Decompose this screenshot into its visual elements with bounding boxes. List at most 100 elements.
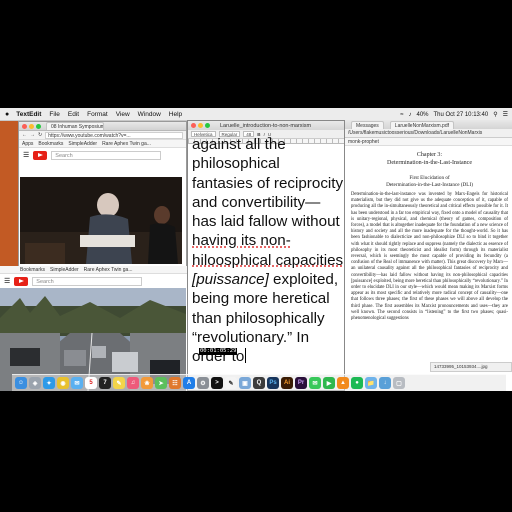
maps-icon[interactable]: ➤ <box>155 377 167 389</box>
battery-label[interactable]: 40% <box>416 112 428 118</box>
url-field[interactable]: https://www.youtube.com/watch?v=... <box>45 131 183 139</box>
textedit-icon[interactable]: ✎ <box>225 377 237 389</box>
search-icon[interactable]: ⚲ <box>493 111 497 118</box>
text-line: being more heretical <box>192 290 330 308</box>
bookmark-item[interactable]: SimpleAdder <box>68 141 97 147</box>
terminal-icon[interactable]: > <box>211 377 223 389</box>
safari-icon[interactable]: ✦ <box>43 377 55 389</box>
browser-tab[interactable]: 08 Inhuman Symposium - Fr <box>46 122 104 130</box>
text-line: fantasies of reciprocity <box>192 174 344 192</box>
bookmark-item[interactable]: Bookmarks <box>20 267 45 273</box>
photoshop-icon[interactable]: Ps <box>267 377 279 389</box>
section-title: Determination-in-the-Last-Instance (DLI) <box>386 181 473 188</box>
clock[interactable]: Thu Oct 27 10:13:40 <box>434 112 489 118</box>
menu-list-icon[interactable]: ☰ <box>503 111 508 118</box>
menu-file[interactable]: File <box>49 111 59 118</box>
minimize-button[interactable] <box>198 123 203 128</box>
calendar-icon[interactable]: 5 <box>85 377 97 389</box>
finder-icon[interactable]: ☺ <box>15 377 27 389</box>
messages-icon[interactable]: ✉ <box>309 377 321 389</box>
downloads-icon[interactable]: ↓ <box>379 377 391 389</box>
menu-edit[interactable]: Edit <box>68 111 79 118</box>
preview-icon[interactable]: ▣ <box>239 377 251 389</box>
bookmark-item[interactable]: SimpleAdder <box>50 267 79 273</box>
back-icon[interactable]: ← <box>22 132 27 138</box>
text-line: philosophical <box>192 155 280 173</box>
volume-icon[interactable]: ♪ <box>408 112 411 118</box>
menu-window[interactable]: Window <box>138 111 161 118</box>
text-line: against all the <box>192 136 286 153</box>
pdf-bookmark[interactable]: monk-prophet <box>345 138 512 146</box>
text-line: and convertibility— <box>192 193 321 211</box>
tab-messages[interactable]: Messages <box>351 120 384 129</box>
bookmark-item[interactable]: Rare Aphex Twin ga... <box>102 141 151 147</box>
document-body[interactable]: against all the philosophical fantasies … <box>188 135 344 367</box>
bookmark-item[interactable]: Rare Aphex Twin ga... <box>84 267 133 273</box>
zoom-button[interactable] <box>36 123 41 129</box>
search-input[interactable]: Search <box>32 276 143 286</box>
pdf-window: Messages LaruelleNonMarxism.pdf /Users/f… <box>345 120 512 391</box>
browser-titlebar: 08 Inhuman Symposium - Fr <box>19 122 186 131</box>
dock: ☺ ◈ ✦ ◉ ✉ 5 7 ✎ ♫ ❀ ➤ ☷ A ⚙ > ✎ ▣ Q Ps A… <box>12 374 506 391</box>
menu-textedit[interactable]: TextEdit <box>16 111 41 118</box>
search-input[interactable]: Search <box>51 150 162 160</box>
forward-icon[interactable]: → <box>30 132 35 138</box>
reload-icon[interactable]: ↻ <box>38 132 42 138</box>
apple-icon[interactable]: ● <box>5 111 9 118</box>
file-path[interactable]: /Users/flakemusictoosserious/Downloads/L… <box>345 129 512 138</box>
youtube-logo-icon[interactable] <box>14 276 29 286</box>
text-line: having its non- <box>192 232 291 250</box>
books-icon[interactable]: ☷ <box>169 377 181 389</box>
menu-view[interactable]: View <box>116 111 130 118</box>
appstore-icon[interactable]: A <box>183 377 195 389</box>
settings-icon[interactable]: ⚙ <box>197 377 209 389</box>
photos-icon[interactable]: ❀ <box>141 377 153 389</box>
vlc-icon[interactable]: ▲ <box>337 377 349 389</box>
folder-icon[interactable]: 📁 <box>365 377 377 389</box>
textedit-titlebar: Laruelle_introduction-to-non-marxism <box>188 121 344 130</box>
text-line: than philosophically <box>192 309 325 327</box>
menu-format[interactable]: Format <box>87 111 108 118</box>
youtube-logo-icon[interactable] <box>33 150 48 160</box>
youtube-header: ☰ Search <box>0 274 187 288</box>
mail-icon[interactable]: ✉ <box>71 377 83 389</box>
bookmarks-bar: Apps Bookmarks SimpleAdder Rare Aphex Tw… <box>19 140 186 148</box>
pdf-paragraph: Determination-in-the-last-instance was i… <box>351 192 508 322</box>
text-line: “revolutionary.” In <box>192 328 310 346</box>
video-timestamp: 00:01:05:29 <box>199 348 238 355</box>
pdf-page[interactable]: Chapter 3: Determination-in-the-Last-Ins… <box>345 146 512 322</box>
video-player-lecture[interactable] <box>20 177 182 264</box>
notes-icon[interactable]: ✎ <box>113 377 125 389</box>
music-icon[interactable]: ♫ <box>127 377 139 389</box>
bookmark-item[interactable]: Bookmarks <box>38 141 63 147</box>
youtube-header: ☰ Search <box>19 148 186 162</box>
zoom-button[interactable] <box>205 123 210 128</box>
bookmark-item[interactable]: Apps <box>22 141 33 147</box>
illustrator-icon[interactable]: Ai <box>281 377 293 389</box>
text-line: has laid fallow without <box>192 213 340 231</box>
facetime-icon[interactable]: ▶ <box>323 377 335 389</box>
app-icon-seven[interactable]: 7 <box>99 377 111 389</box>
premiere-icon[interactable]: Pr <box>295 377 307 389</box>
download-item[interactable]: 14733995_10153934....jpg <box>430 362 512 372</box>
wifi-icon[interactable]: ≈ <box>400 112 403 118</box>
hamburger-icon[interactable]: ☰ <box>4 277 10 285</box>
tab-pdf[interactable]: LaruelleNonMarxism.pdf <box>389 120 454 129</box>
menu-help[interactable]: Help <box>169 111 182 118</box>
text-line: [puissance] exploited, <box>192 271 339 289</box>
launchpad-icon[interactable]: ◈ <box>29 377 41 389</box>
italic-term: [puissance] <box>192 271 269 289</box>
trash-icon[interactable]: ▢ <box>393 377 405 389</box>
hamburger-icon[interactable]: ☰ <box>23 151 29 159</box>
chapter-title: Determination-in-the-Last-Instance <box>387 159 472 166</box>
spotify-icon[interactable]: ● <box>351 377 363 389</box>
desktop: ● TextEdit File Edit Format View Window … <box>0 108 512 391</box>
pdf-tabbar: Messages LaruelleNonMarxism.pdf <box>345 120 512 129</box>
close-button[interactable] <box>22 123 27 129</box>
quicktime-icon[interactable]: Q <box>253 377 265 389</box>
address-bar: ← → ↻ https://www.youtube.com/watch?v=..… <box>19 131 186 140</box>
close-button[interactable] <box>191 123 196 128</box>
minimize-button[interactable] <box>29 123 34 129</box>
bookmarks-bar: Bookmarks SimpleAdder Rare Aphex Twin ga… <box>0 266 187 274</box>
chrome-icon[interactable]: ◉ <box>57 377 69 389</box>
